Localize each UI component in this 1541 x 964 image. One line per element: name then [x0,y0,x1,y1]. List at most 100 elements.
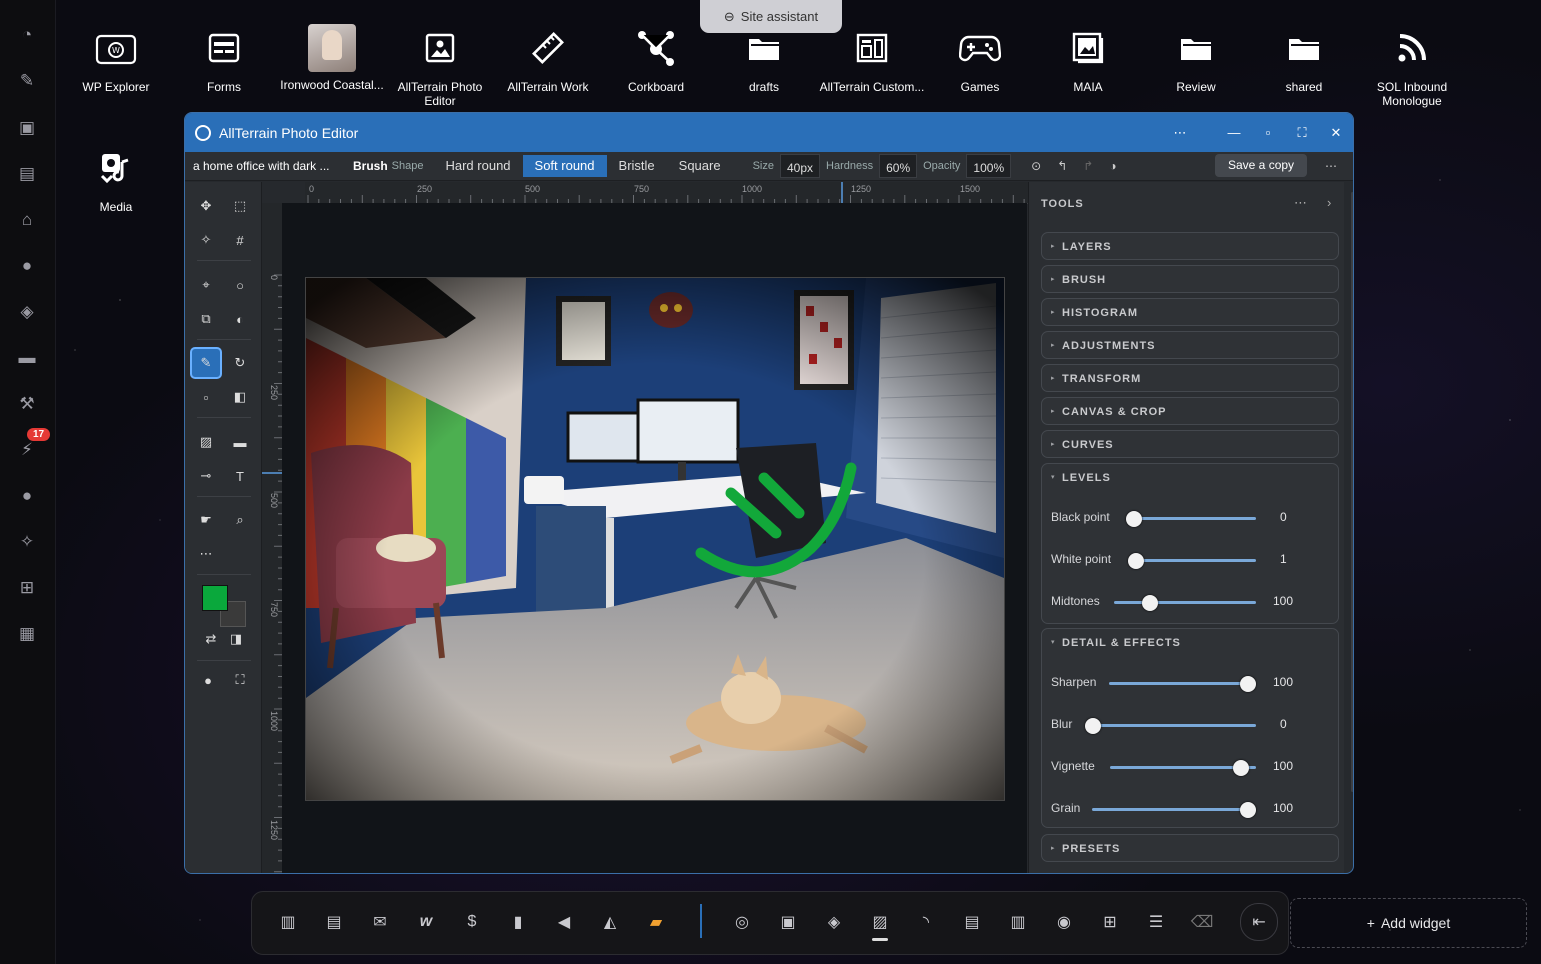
window-more-button[interactable]: ⋯ [1163,125,1197,141]
hand-icon[interactable]: ☛ [192,506,220,534]
canvas-area[interactable] [282,203,1027,873]
media-icon[interactable]: ▣ [14,115,40,141]
target-icon[interactable]: ⊙ [1031,159,1041,173]
form-icon[interactable]: ▤ [958,908,986,936]
close-button[interactable]: ✕ [1319,125,1353,141]
restore-button[interactable]: ▫ [1251,125,1285,140]
add-widget-button[interactable]: + Add widget [1290,898,1527,948]
layout-icon[interactable]: ▥ [1004,908,1032,936]
wrench-icon[interactable]: ✧ [14,529,40,555]
user-icon[interactable]: ● [14,483,40,509]
gamepad-icon[interactable]: ◎ [728,908,756,936]
dashboard-icon[interactable]: ◔ [14,22,40,48]
photo-canvas[interactable] [305,277,1005,801]
hammer-icon[interactable]: ⚒ [14,391,40,417]
black-point-slider[interactable] [1126,511,1256,527]
panel-collapse-button[interactable]: › [1327,195,1331,210]
desktop-icon-forms[interactable]: Forms [170,26,278,94]
pin-icon[interactable]: ✎ [14,68,40,94]
desktop-icon-maia[interactable]: MAIA [1034,26,1142,94]
section-presets[interactable]: ▸ PRESETS [1041,834,1339,862]
more-tools-icon[interactable]: ⋯ [192,540,220,568]
sharpen-slider[interactable] [1109,676,1256,692]
gradient-icon[interactable]: ▨ [192,428,220,456]
quick-mask-icon[interactable]: ● [194,666,222,694]
slider-knob[interactable] [1233,760,1249,776]
comments-icon[interactable]: ● [14,253,40,279]
section-adjustments[interactable]: ▸ ADJUSTMENTS [1041,331,1339,359]
shape-soft-round[interactable]: Soft round [522,155,607,177]
form-icon[interactable]: ▤ [320,908,348,936]
exit-icon[interactable]: ⇤ [1240,903,1278,941]
midtones-slider[interactable] [1114,595,1256,611]
pages-icon[interactable]: ▤ [14,161,40,187]
line-icon[interactable]: ▬ [226,428,254,456]
home-icon[interactable]: ⌂ [14,207,40,233]
ruler-icon[interactable]: ◈ [14,299,40,325]
magic-wand-icon[interactable]: ✧ [192,226,220,254]
mail-icon[interactable]: ✉ [366,908,394,936]
slider-knob[interactable] [1085,718,1101,734]
add-block-icon[interactable]: ⊞ [14,575,40,601]
redo-icon[interactable]: ↱ [1083,159,1093,173]
shape-hard-round[interactable]: Hard round [433,155,522,177]
trash-icon[interactable]: ⌫ [1188,908,1216,936]
megaphone-icon[interactable]: ◀ [550,908,578,936]
panel-scrollbar[interactable] [1351,192,1353,792]
save-copy-button[interactable]: Save a copy [1215,154,1308,177]
section-canvas-crop[interactable]: ▸ CANVAS & CROP [1041,397,1339,425]
ruler-icon[interactable]: ◈ [820,908,848,936]
swap-colors-icon[interactable]: ⇄ [197,625,225,653]
desktop-icon-games[interactable]: Games [926,26,1034,94]
crop-icon[interactable]: # [226,226,254,254]
history-brush-icon[interactable]: ↻ [226,349,254,377]
image-stack-icon[interactable]: ▣ [774,908,802,936]
grain-slider[interactable] [1092,802,1256,818]
folder-icon[interactable]: ▰ [642,908,670,936]
brush-tool-icon[interactable]: ✎ [190,347,222,379]
move-tool-icon[interactable]: ✥ [192,192,220,220]
slider-knob[interactable] [1142,595,1158,611]
desktop-icon-media[interactable]: Media [62,146,170,214]
dodge-icon[interactable]: ◐ [226,305,254,333]
section-brush[interactable]: ▸ BRUSH [1041,265,1339,293]
screen-mode-icon[interactable]: ⛶ [226,666,254,694]
white-point-slider[interactable] [1128,553,1256,569]
shape-bristle[interactable]: Bristle [607,155,667,177]
desktop-icon-sol-inbound[interactable]: SOL Inbound Monologue [1358,26,1466,108]
desktop-icon-review[interactable]: Review [1142,26,1250,94]
text-icon[interactable]: T [226,462,254,490]
options-more-button[interactable]: ⋯ [1325,159,1337,173]
undo-icon[interactable]: ↰ [1057,159,1067,173]
chart-icon[interactable]: ▮ [504,908,532,936]
desktop-icon-drafts[interactable]: drafts [710,26,818,94]
section-histogram[interactable]: ▸ HISTOGRAM [1041,298,1339,326]
rss-icon[interactable]: ◝ [912,908,940,936]
desktop-icon-allterrain-custom[interactable]: AllTerrain Custom... [818,26,926,94]
compass-icon[interactable]: ◭ [596,908,624,936]
window-titlebar[interactable]: AllTerrain Photo Editor ⋯ — ▫ ⛶ ✕ [185,113,1353,152]
slider-knob[interactable] [1128,553,1144,569]
desktop-icon-ironwood[interactable]: Ironwood Coastal... [278,24,386,92]
panel-more-button[interactable]: ⋯ [1294,195,1307,211]
zoom-icon[interactable]: ⌕ [226,506,254,534]
clone-icon[interactable]: ⧉ [192,305,220,333]
fullscreen-button[interactable]: ⛶ [1285,125,1319,141]
sliders-icon[interactable]: ☰ [1142,908,1170,936]
desktop-icon-allterrain-work[interactable]: AllTerrain Work [494,26,602,94]
dollar-icon[interactable]: $ [458,908,486,936]
desktop-icon-corkboard[interactable]: Corkboard [602,26,710,94]
woo-icon[interactable]: w [412,908,440,936]
levels-title[interactable]: LEVELS [1062,472,1111,484]
desktop-icon-wp-explorer[interactable]: W WP Explorer [62,26,170,94]
image-icon[interactable]: ▨ [866,908,894,936]
section-layers[interactable]: ▸ LAYERS [1041,232,1339,260]
grid-icon[interactable]: ⊞ [1096,908,1124,936]
primary-color-swatch[interactable] [202,585,228,611]
slider-knob[interactable] [1126,511,1142,527]
clock-icon[interactable]: ◉ [1050,908,1078,936]
section-curves[interactable]: ▸ CURVES [1041,430,1339,458]
opacity-input[interactable]: 100% [966,154,1012,178]
default-colors-icon[interactable]: ◨ [222,625,250,653]
size-input[interactable]: 40px [779,154,821,178]
